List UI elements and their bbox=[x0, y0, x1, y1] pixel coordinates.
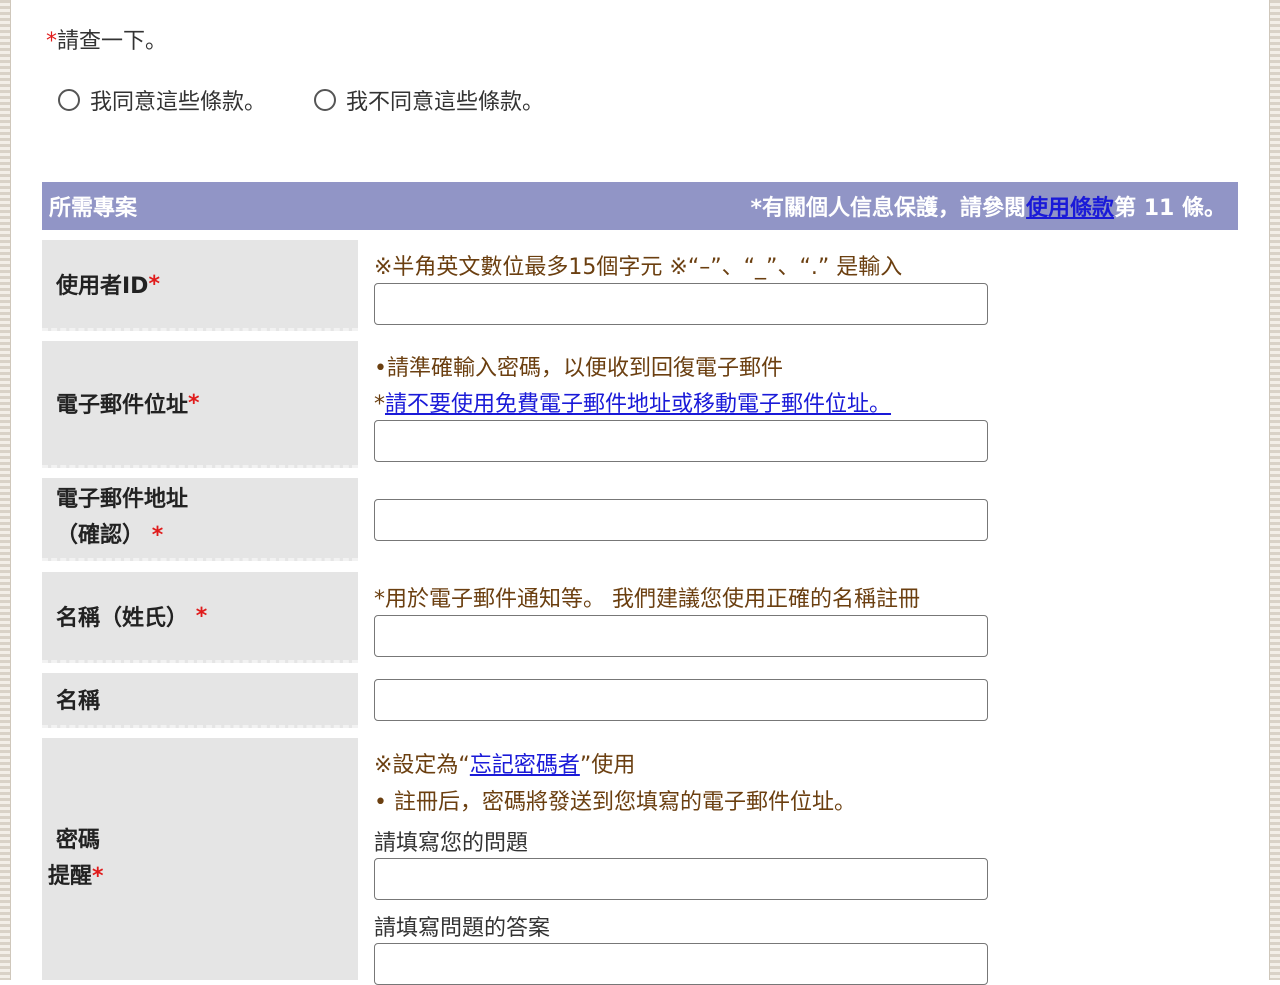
email-note-free-address: *請不要使用免費電子郵件地址或移動電子郵件位址。 bbox=[374, 386, 891, 418]
family-name-input[interactable] bbox=[374, 615, 988, 657]
section-header: 所需專案 *有關個人信息保護，請參閱使用條款第 11 條。 bbox=[42, 182, 1238, 230]
user-id-input[interactable] bbox=[374, 283, 988, 325]
password-hint-label-line2: 提醒 bbox=[48, 864, 93, 889]
given-name-label-cell: 名稱 bbox=[42, 673, 358, 728]
privacy-prefix: *有關個人信息保護，請參閱 bbox=[750, 196, 1027, 221]
answer-input[interactable] bbox=[374, 943, 988, 985]
user-id-note: ※半角英文數位最多15個字元 ※“–”、“_”、“.” 是輸入 bbox=[374, 255, 903, 280]
user-id-label: 使用者ID bbox=[56, 274, 149, 299]
email-label: 電子郵件位址 bbox=[56, 393, 189, 418]
email-note-accuracy: •請準確輸入密碼，以便收到回復電子郵件 bbox=[374, 356, 783, 381]
disagree-radio-option[interactable]: 我不同意這些條款。 bbox=[314, 84, 544, 116]
forgot-password-link[interactable]: 忘記密碼者 bbox=[470, 753, 580, 778]
given-name-input[interactable] bbox=[374, 679, 988, 721]
right-decorative-border bbox=[1269, 0, 1280, 980]
required-mark: * bbox=[148, 271, 160, 297]
email-confirm-input[interactable] bbox=[374, 499, 988, 541]
free-email-warning-link[interactable]: 請不要使用免費電子郵件地址或移動電子郵件位址。 bbox=[385, 392, 891, 417]
agree-radio[interactable] bbox=[58, 89, 80, 111]
password-hint-label-cell: 密碼 提醒* bbox=[42, 738, 358, 980]
required-mark: * bbox=[188, 390, 200, 416]
left-decorative-border bbox=[0, 0, 11, 980]
consent-title: *請查一下。 bbox=[46, 23, 167, 55]
forgot-note-suffix: ”使用 bbox=[579, 753, 636, 778]
email-note-prefix: * bbox=[374, 392, 385, 417]
email-input[interactable] bbox=[374, 420, 988, 462]
password-hint-note-send: • 註冊后，密碼將發送到您填寫的電子郵件位址。 bbox=[374, 790, 856, 815]
password-hint-label-line1: 密碼 bbox=[56, 828, 101, 853]
given-name-label: 名稱 bbox=[56, 689, 101, 714]
password-hint-note-forgot: ※設定為“忘記密碼者”使用 bbox=[374, 747, 635, 779]
required-mark: * bbox=[195, 603, 208, 629]
email-confirm-label-line2: （確認） bbox=[56, 523, 145, 548]
email-confirm-label-line1: 電子郵件地址 bbox=[56, 487, 189, 512]
forgot-note-prefix: ※設定為“ bbox=[374, 753, 470, 778]
answer-label: 請填寫問題的答案 bbox=[374, 916, 551, 941]
required-mark: * bbox=[46, 29, 57, 54]
family-name-label: 名稱（姓氏） bbox=[56, 606, 189, 631]
required-mark: * bbox=[92, 864, 104, 889]
privacy-notice: *有關個人信息保護，請參閱使用條款第 11 條。 bbox=[751, 190, 1226, 222]
consent-title-text: 請查一下。 bbox=[57, 29, 168, 54]
required-mark: * bbox=[151, 523, 164, 548]
section-title: 所需專案 bbox=[49, 196, 138, 221]
privacy-suffix: 第 11 條。 bbox=[1114, 196, 1226, 221]
family-name-label-cell: 名稱（姓氏） * bbox=[42, 572, 358, 663]
question-input[interactable] bbox=[374, 858, 988, 900]
disagree-label[interactable]: 我不同意這些條款。 bbox=[346, 84, 544, 116]
family-name-note: *用於電子郵件通知等。 我們建議您使用正確的名稱註冊 bbox=[374, 587, 920, 612]
question-label: 請填寫您的問題 bbox=[374, 831, 529, 856]
agree-label[interactable]: 我同意這些條款。 bbox=[90, 84, 266, 116]
terms-link[interactable]: 使用條款 bbox=[1026, 196, 1114, 221]
email-confirm-label-cell: 電子郵件地址 （確認） * bbox=[42, 478, 358, 561]
agree-radio-option[interactable]: 我同意這些條款。 bbox=[58, 84, 266, 116]
user-id-label-cell: 使用者ID * bbox=[42, 240, 358, 331]
disagree-radio[interactable] bbox=[314, 89, 336, 111]
email-label-cell: 電子郵件位址 * bbox=[42, 341, 358, 468]
